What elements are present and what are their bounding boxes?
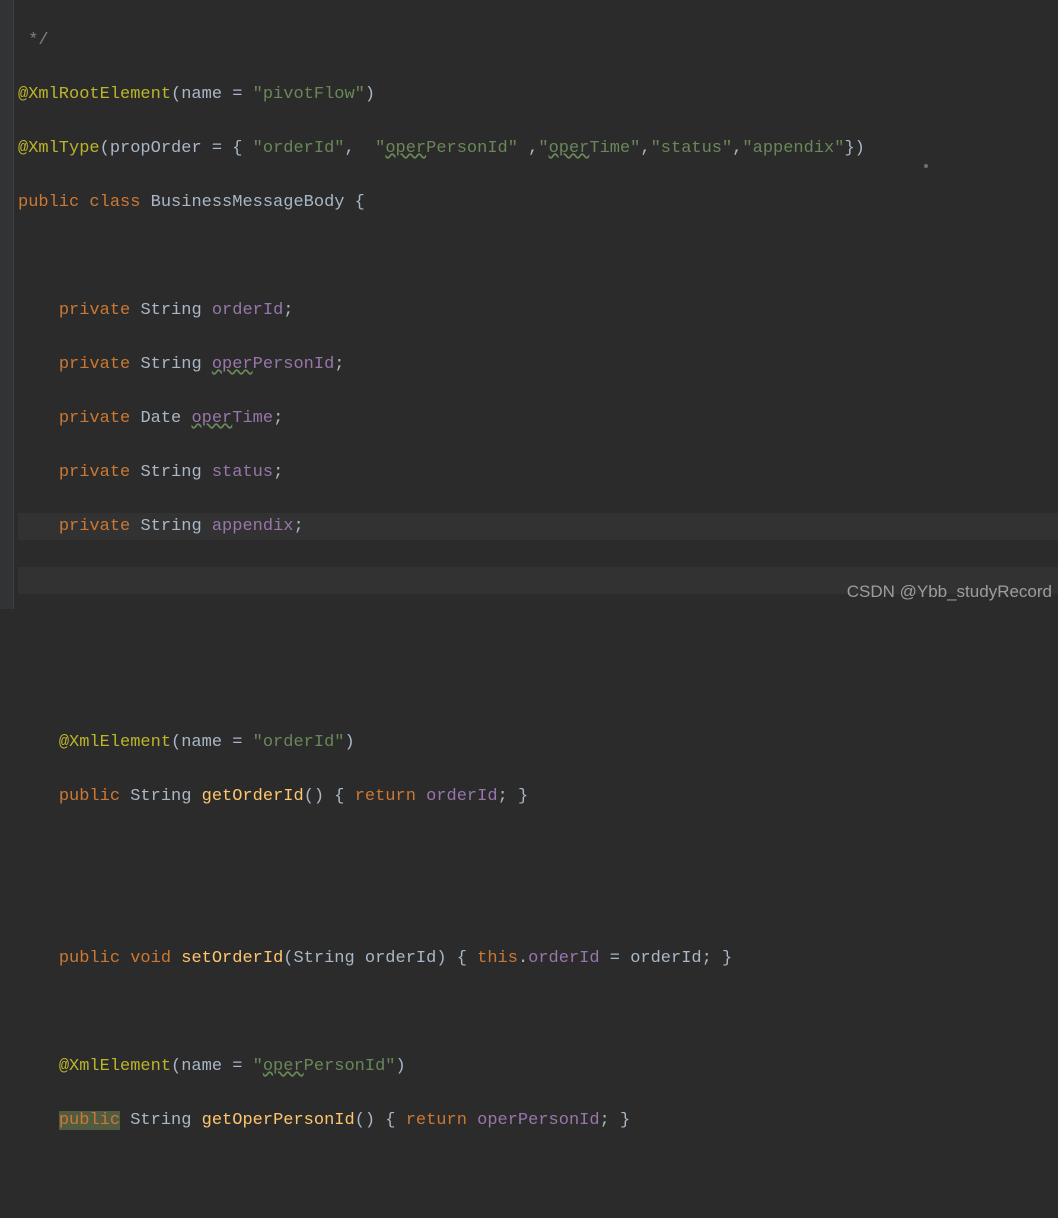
code-line: private Date operTime; xyxy=(18,405,1058,432)
code-line: public String getOrderId() { return orde… xyxy=(18,783,1058,810)
comment: */ xyxy=(18,31,49,50)
watermark-text: CSDN @Ybb_studyRecord xyxy=(847,578,1052,605)
code-line: @XmlElement(name = "operPersonId") xyxy=(18,1053,1058,1080)
code-line: @XmlElement(name = "orderId") xyxy=(18,729,1058,756)
editor-gutter xyxy=(0,0,14,609)
blank-line xyxy=(18,837,1058,864)
code-line: public void setOperPersonId(String operP… xyxy=(18,1215,1058,1218)
code-line: @XmlRootElement(name = "pivotFlow") xyxy=(18,81,1058,108)
blank-line xyxy=(18,891,1058,918)
blank-line xyxy=(18,621,1058,648)
breadcrumb-marker-icon xyxy=(924,164,928,168)
code-line: public String getOperPersonId() { return… xyxy=(18,1107,1058,1134)
code-line: private String status; xyxy=(18,459,1058,486)
blank-line xyxy=(18,1161,1058,1188)
code-line-caret: private String appendix; xyxy=(18,513,1058,540)
blank-line xyxy=(18,999,1058,1026)
code-line: @XmlType(propOrder = { "orderId", "operP… xyxy=(18,135,1058,162)
code-editor[interactable]: */ @XmlRootElement(name = "pivotFlow") @… xyxy=(0,0,1058,1218)
code-line: private String orderId; xyxy=(18,297,1058,324)
blank-line xyxy=(18,243,1058,270)
code-line: public class BusinessMessageBody { xyxy=(18,189,1058,216)
code-line: private String operPersonId; xyxy=(18,351,1058,378)
code-line: public void setOrderId(String orderId) {… xyxy=(18,945,1058,972)
blank-line xyxy=(18,675,1058,702)
